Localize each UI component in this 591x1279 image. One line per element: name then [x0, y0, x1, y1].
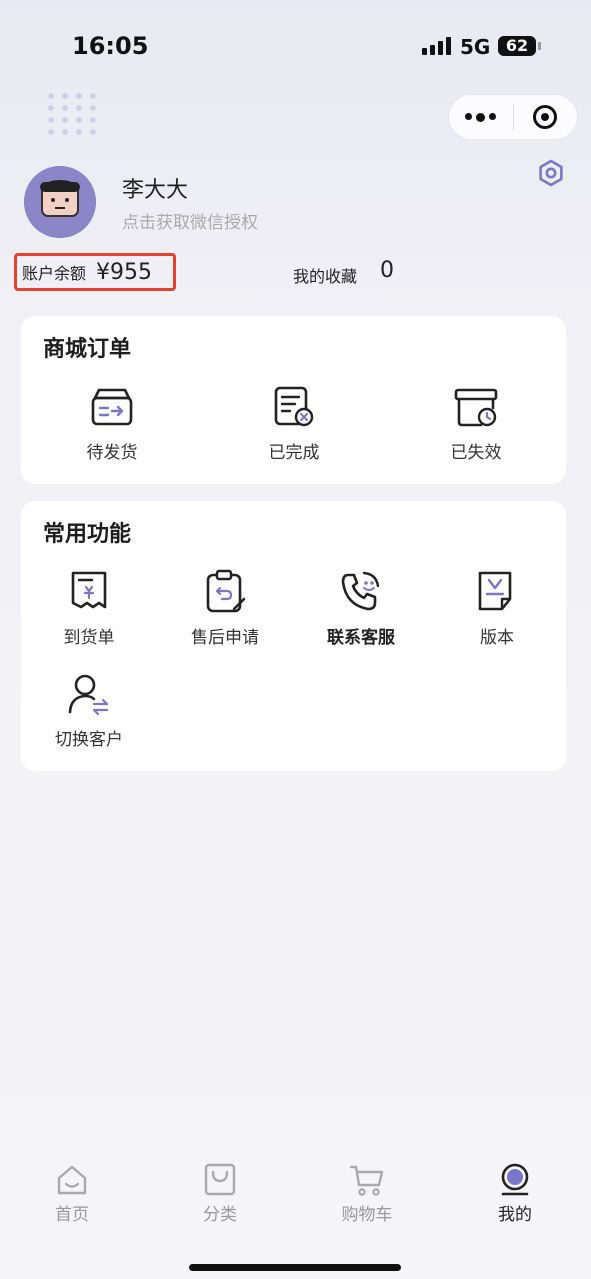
tab-cart-label: 购物车 — [341, 1205, 393, 1225]
more-options-button[interactable] — [449, 112, 513, 122]
target-icon — [533, 105, 558, 129]
network-type: 5G — [460, 35, 491, 59]
signal-icon — [422, 37, 451, 55]
func-switch-customer-label: 切换客户 — [55, 730, 123, 750]
home-icon — [57, 1165, 87, 1195]
after-sales-icon — [206, 569, 246, 613]
status-bar: 16:05 5G 62 — [0, 0, 591, 90]
order-pending-label: 待发货 — [86, 443, 138, 463]
favorites-count[interactable]: 0 — [380, 258, 394, 283]
favorites-label[interactable]: 我的收藏 — [293, 263, 357, 287]
tab-bar: 首页 分类 购物车 我的 — [0, 1150, 591, 1279]
order-expired-label: 已失效 — [450, 443, 502, 463]
tab-cart[interactable]: 购物车 — [317, 1162, 417, 1225]
decorative-dots — [44, 90, 100, 138]
expired-icon — [454, 388, 498, 427]
mini-program-capsule — [448, 94, 578, 140]
func-receipt[interactable]: 到货单 — [34, 569, 144, 648]
close-mini-program-button[interactable] — [514, 105, 578, 129]
cart-icon — [349, 1165, 384, 1196]
order-completed-label: 已完成 — [268, 443, 320, 463]
receipt-icon — [71, 571, 107, 609]
order-pending-shipment[interactable]: 待发货 — [57, 384, 167, 463]
status-time: 16:05 — [72, 32, 149, 60]
tab-profile[interactable]: 我的 — [465, 1162, 565, 1225]
func-after-sales-label: 售后申请 — [191, 628, 259, 648]
version-icon — [478, 571, 512, 611]
order-completed[interactable]: 已完成 — [239, 384, 349, 463]
battery-icon: 62 — [498, 36, 541, 56]
orders-title: 商城订单 — [43, 337, 132, 362]
tab-profile-label: 我的 — [498, 1205, 532, 1225]
wechat-auth-link[interactable]: 点击获取微信授权 — [122, 208, 258, 233]
func-after-sales[interactable]: 售后申请 — [170, 569, 280, 648]
customer-service-icon — [341, 571, 380, 611]
avatar[interactable] — [24, 166, 96, 238]
tab-category-label: 分类 — [203, 1205, 237, 1225]
func-switch-customer[interactable]: 切换客户 — [34, 671, 144, 750]
settings-icon[interactable] — [536, 158, 566, 188]
user-name: 李大大 — [122, 178, 189, 203]
category-bag-icon — [204, 1163, 236, 1196]
orders-card: 商城订单 待发货 已完成 已失效 — [21, 316, 566, 484]
profile-icon — [501, 1163, 529, 1196]
functions-title: 常用功能 — [43, 522, 132, 547]
completed-icon — [274, 386, 314, 427]
tab-home[interactable]: 首页 — [22, 1162, 122, 1225]
pending-shipment-icon — [91, 388, 133, 426]
switch-customer-icon — [68, 674, 109, 716]
functions-card: 常用功能 到货单 售后申请 联系客服 版本 切换客户 — [21, 501, 566, 771]
account-balance[interactable]: 账户余额 ¥955 — [14, 253, 176, 291]
tab-category[interactable]: 分类 — [170, 1162, 270, 1225]
balance-value: ¥955 — [96, 259, 153, 285]
avatar-icon — [24, 166, 96, 238]
func-customer-service[interactable]: 联系客服 — [306, 569, 416, 648]
balance-label: 账户余额 — [22, 264, 87, 283]
func-receipt-label: 到货单 — [63, 628, 115, 648]
func-customer-service-label: 联系客服 — [327, 628, 395, 648]
order-expired[interactable]: 已失效 — [421, 384, 531, 463]
tab-home-label: 首页 — [55, 1205, 89, 1225]
home-indicator — [189, 1264, 401, 1271]
func-version-label: 版本 — [480, 628, 514, 648]
func-version[interactable]: 版本 — [442, 569, 552, 648]
